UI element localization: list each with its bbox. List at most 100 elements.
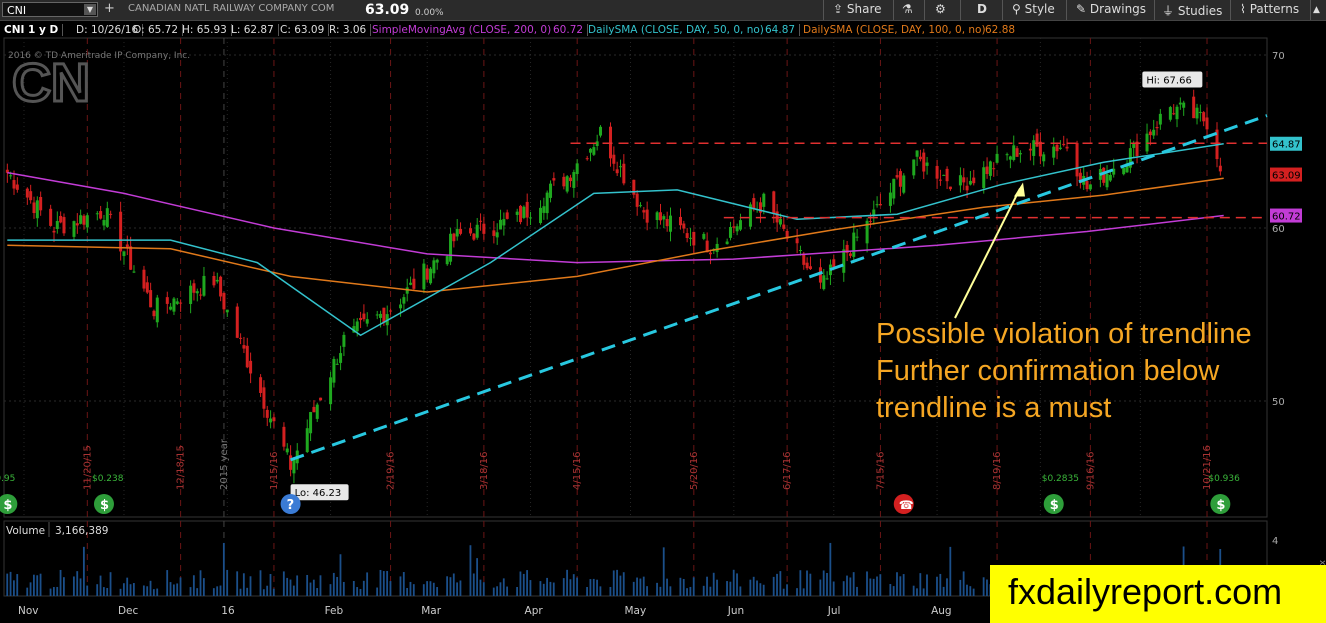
volume-bar — [132, 583, 135, 596]
candle-body — [155, 297, 159, 323]
candle-body — [1012, 145, 1016, 160]
drawings-button[interactable]: ✎ Drawings — [1076, 2, 1146, 16]
studies-label: Studies — [1177, 4, 1223, 18]
style-icon: ⚲ — [1012, 2, 1021, 16]
volume-bar — [942, 586, 945, 596]
hi-bubble: Hi: 67.66 — [1142, 71, 1203, 88]
dividend-icon-glyph: $ — [3, 498, 12, 513]
candle-body — [499, 219, 503, 230]
candle-body — [1075, 142, 1079, 177]
collapse-icon[interactable]: ▲ — [1313, 5, 1320, 15]
volume-bar — [219, 585, 222, 596]
date-marker-label: 8/19/16 — [992, 451, 1003, 490]
candle-body — [948, 186, 952, 190]
volume-bar — [682, 578, 685, 596]
candle-body — [1192, 96, 1196, 119]
candle-body — [832, 259, 836, 268]
candle-body — [502, 219, 506, 226]
volume-bar — [516, 587, 518, 596]
candle-body — [732, 226, 736, 228]
volume-bar — [982, 577, 985, 596]
candle-body — [1015, 148, 1019, 157]
candle-body — [1172, 113, 1176, 115]
period-button[interactable]: D — [977, 2, 987, 16]
sma50-value: 64.87 — [765, 24, 801, 36]
earnings-icon-glyph: ? — [287, 498, 295, 513]
symbol-dropdown-icon[interactable]: ▼ — [84, 4, 96, 15]
candle-body — [192, 283, 196, 293]
study-info-bar: CNI 1 y D D: 10/26/16 O: 65.72 H: 65.93 … — [0, 21, 1290, 38]
volume-bar — [752, 576, 755, 596]
volume-bar — [122, 583, 125, 596]
volume-bar — [566, 569, 568, 596]
volume-bar — [636, 577, 638, 596]
flask-icon[interactable]: ⚗ — [902, 2, 913, 16]
candle-body — [1008, 156, 1012, 160]
symbol-input[interactable]: CNI ▼ — [2, 2, 98, 17]
volume-bar — [962, 571, 965, 596]
gear-icon[interactable]: ⚙ — [935, 2, 946, 16]
candle-body — [725, 241, 729, 245]
candle-body — [1102, 167, 1106, 183]
candle-body — [99, 211, 103, 219]
symbol-value: CNI — [7, 4, 27, 17]
volume-bar — [12, 580, 15, 596]
date-marker-label: 5/20/16 — [689, 451, 700, 490]
share-button[interactable]: ⇪ Share — [833, 2, 882, 16]
style-button[interactable]: ⚲ Style — [1012, 2, 1055, 16]
volume-bar — [632, 581, 635, 596]
candle-body — [245, 345, 249, 368]
candle-body — [365, 319, 369, 324]
candle-body — [655, 212, 659, 220]
candle-body — [1055, 144, 1059, 152]
candle-body — [798, 250, 802, 252]
candle-body — [678, 216, 682, 226]
volume-bar — [189, 587, 192, 596]
candle-body — [1085, 181, 1089, 190]
dividend-icon-glyph: $ — [1050, 498, 1059, 513]
price-tag-label: 60.72 — [1272, 212, 1301, 223]
candle-body — [9, 175, 13, 177]
candle-body — [452, 233, 456, 242]
candle-body — [375, 314, 379, 316]
candle-body — [479, 220, 483, 222]
candle-body — [972, 177, 976, 184]
candle-body — [379, 313, 383, 318]
sma200-label[interactable]: SimpleMovingAvg (CLOSE, 200, 0) — [372, 24, 551, 36]
plus-icon[interactable]: + — [104, 1, 115, 16]
candle-body — [389, 310, 393, 312]
volume-bar — [412, 584, 415, 596]
candle-body — [715, 243, 719, 253]
price-chart[interactable]: 11/20/15 12/18/15 2015 year 1/15/16 2/19/16 3… — [0, 0, 1326, 623]
candle-body — [412, 278, 416, 289]
candle-body — [495, 232, 499, 238]
studies-button[interactable]: ⏚ Studies — [1162, 2, 1222, 19]
volume-bar — [312, 579, 315, 596]
patterns-button[interactable]: ⌇ Patterns — [1240, 2, 1299, 16]
volume-bar — [796, 588, 798, 596]
volume-bar — [526, 570, 528, 596]
candle-body — [915, 150, 919, 157]
volume-bar — [959, 579, 962, 596]
volume-bar — [666, 578, 668, 596]
sma100-label[interactable]: DailySMA (CLOSE, DAY, 100, 0, no) — [803, 24, 986, 36]
x-tick-label: Jul — [827, 605, 841, 617]
volume-bar — [26, 587, 29, 596]
event-label: 0.95 — [0, 474, 15, 484]
volume-bar — [589, 579, 592, 596]
candle-body — [1088, 184, 1092, 190]
volume-bar — [759, 583, 762, 596]
volume-bar — [829, 542, 832, 596]
candle-body — [49, 208, 53, 226]
candle-body — [105, 208, 109, 227]
volume-bar — [562, 578, 565, 596]
trendline-annotation: Possible violation of trendline Further … — [876, 316, 1252, 427]
candle-body — [399, 304, 403, 309]
candle-body — [878, 204, 882, 206]
candle-body — [1058, 147, 1062, 149]
volume-bar — [376, 587, 379, 596]
volume-bar — [702, 585, 705, 596]
bar-close: C: 63.09 — [280, 24, 330, 36]
volume-bar — [146, 586, 149, 596]
sma50-label[interactable]: DailySMA (CLOSE, DAY, 50, 0, no) — [588, 24, 764, 36]
